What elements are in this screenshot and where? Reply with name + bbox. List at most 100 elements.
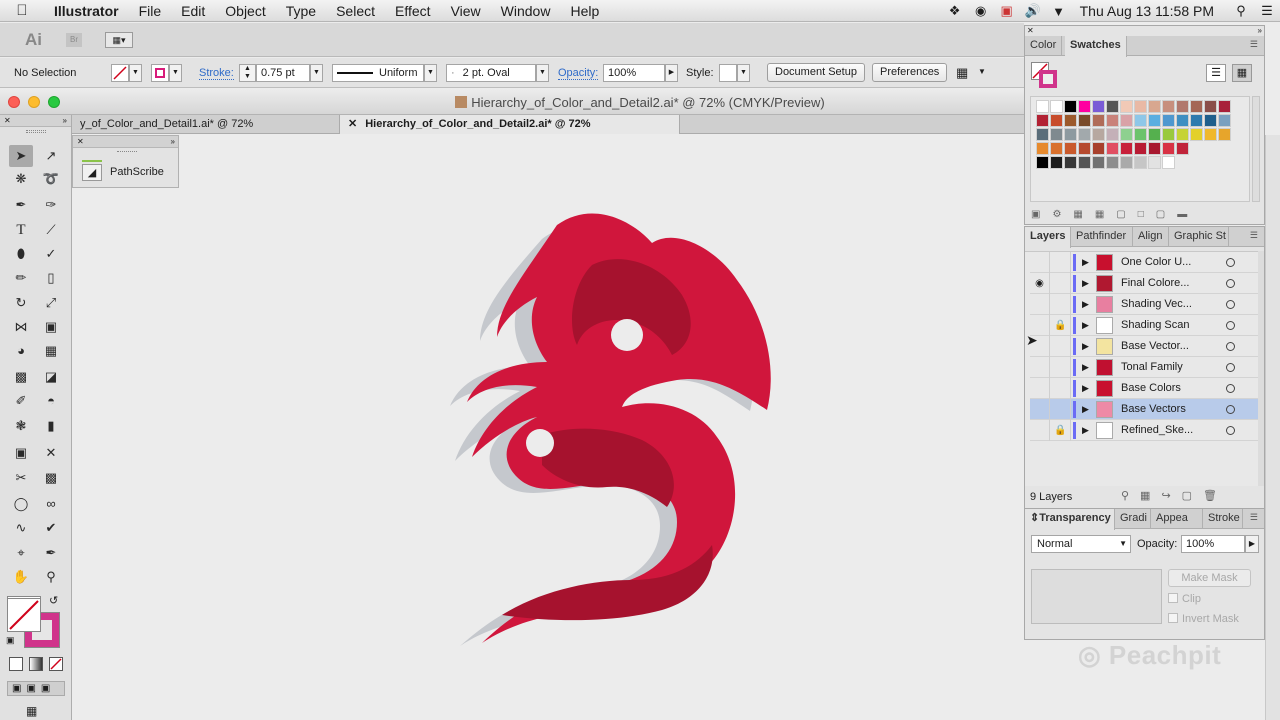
screen-mode-icon[interactable]: ▦ [26, 704, 37, 718]
paintbrush-tool-icon[interactable]: ✓ [39, 243, 63, 265]
swatch-chip[interactable] [1134, 114, 1147, 127]
fill-swatch[interactable] [111, 64, 129, 82]
variable-width-profile[interactable]: Uniform [332, 64, 424, 82]
panel-menu-icon[interactable]: ☰ [1250, 39, 1258, 50]
lock-toggle[interactable] [1051, 336, 1071, 357]
menu-window[interactable]: Window [491, 3, 561, 19]
swatch-chip[interactable] [1078, 156, 1091, 169]
layer-row[interactable]: ▶ One Color U... [1030, 252, 1258, 273]
tab-graphic-styles[interactable]: Graphic St [1169, 227, 1229, 247]
menu-view[interactable]: View [441, 3, 491, 19]
path-eraser-tool-icon[interactable]: ✔ [39, 517, 63, 539]
opacity-arrow[interactable]: ▶ [665, 64, 678, 82]
gradient-tool-icon[interactable]: ◪ [39, 366, 63, 388]
swatch-chip[interactable] [1120, 114, 1133, 127]
thumbnail-view-icon[interactable]: ▦ [1232, 64, 1252, 82]
layer-name[interactable]: Base Vector... [1121, 336, 1221, 357]
pen-tool-icon[interactable]: ✒ [9, 194, 33, 216]
list-icon[interactable]: ☰ [1254, 3, 1280, 19]
expand-triangle-icon[interactable]: ▶ [1082, 252, 1089, 273]
menu-type[interactable]: Type [276, 3, 326, 19]
layer-row[interactable]: 🔒 ▶ Shading Scan [1030, 315, 1258, 336]
swatch-chip[interactable] [1176, 142, 1189, 155]
pencil-tool-icon[interactable]: ✏ [9, 267, 33, 289]
lock-icon[interactable]: 🔒 [1051, 420, 1071, 441]
menu-clock[interactable]: Thu Aug 13 11:58 PM [1072, 3, 1228, 19]
swatch-chip[interactable] [1176, 128, 1189, 141]
expand-triangle-icon[interactable]: ▶ [1082, 420, 1089, 441]
layers-scrollbar[interactable] [1258, 251, 1264, 486]
visibility-toggle[interactable] [1030, 357, 1050, 378]
swatch-grid[interactable] [1030, 96, 1250, 202]
swatch-chip[interactable] [1162, 156, 1175, 169]
arrange-icon[interactable]: ▦ [956, 65, 968, 81]
color-mode-button[interactable] [9, 657, 23, 671]
layer-row[interactable]: ▶ Base Vectors [1030, 399, 1258, 420]
expand-triangle-icon[interactable]: ▶ [1082, 399, 1089, 420]
swatch-chip[interactable] [1092, 156, 1105, 169]
swatch-chip[interactable] [1176, 100, 1189, 113]
scale-tool-icon[interactable]: ⤢ [39, 292, 63, 314]
expand-triangle-icon[interactable]: ▶ [1082, 294, 1089, 315]
free-transform-tool-icon[interactable]: ▣ [39, 316, 63, 338]
canvas-vertical-scrollbar[interactable] [1265, 135, 1280, 720]
layer-row[interactable]: ▶ Base Vector... [1030, 336, 1258, 357]
hand-tool-icon[interactable]: ✋ [9, 566, 33, 588]
tools-grip[interactable] [26, 130, 46, 133]
swatch-chip[interactable] [1064, 156, 1077, 169]
pathscribe-panel-header[interactable]: ✕» [73, 136, 178, 148]
gradient-mode-button[interactable] [29, 657, 43, 671]
target-circle-icon[interactable] [1226, 384, 1235, 393]
shape-builder-tool-icon[interactable]: ◕ [9, 340, 33, 362]
artboard-canvas[interactable] [72, 135, 1024, 720]
invert-mask-checkbox[interactable]: Invert Mask [1168, 613, 1239, 625]
swatch-chip[interactable] [1036, 114, 1049, 127]
blend-mode-select[interactable]: Normal ▼ [1031, 535, 1131, 553]
swatch-chip[interactable] [1064, 128, 1077, 141]
visibility-toggle[interactable] [1030, 294, 1050, 315]
width-tool-icon[interactable]: ⋈ [9, 316, 33, 338]
lasso-tool-icon[interactable]: ➰ [39, 168, 63, 190]
target-circle-icon[interactable] [1226, 363, 1235, 372]
stroke-weight-field[interactable]: 0.75 pt [256, 64, 310, 82]
swatch-chip[interactable] [1092, 100, 1105, 113]
stroke-dropdown[interactable]: ▼ [169, 64, 182, 82]
swatch-chip[interactable] [1064, 142, 1077, 155]
tab-align[interactable]: Align [1133, 227, 1169, 247]
expand-triangle-icon[interactable]: ▶ [1082, 336, 1089, 357]
volume-icon[interactable]: 🔊 [1020, 3, 1046, 19]
list-view-icon[interactable]: ☰ [1206, 64, 1226, 82]
ellipse-tool-icon[interactable]: ⬮ [9, 243, 33, 265]
swatch-chip[interactable] [1134, 142, 1147, 155]
slice-tool-icon[interactable]: ✕ [39, 442, 63, 464]
swatch-chip[interactable] [1148, 128, 1161, 141]
swatch-fill-stroke-indicator[interactable] [1031, 62, 1057, 88]
pathscribe-grip[interactable] [117, 151, 137, 154]
none-mode-button[interactable] [49, 657, 63, 671]
graphic-style-dropdown[interactable]: ▼ [737, 64, 750, 82]
smooth-tool-icon[interactable]: ∿ [9, 517, 33, 539]
symbol-sprayer-tool-icon[interactable]: ❃ [9, 415, 33, 437]
swatch-chip[interactable] [1134, 128, 1147, 141]
stroke-weight-dropdown[interactable]: ▼ [310, 64, 323, 82]
swatch-chip[interactable] [1106, 114, 1119, 127]
apple-icon[interactable]:  [0, 2, 44, 19]
tab-document-2[interactable]: ✕ Hierarchy_of_Color_and_Detail2.ai* @ 72… [340, 115, 680, 148]
perspective-grid-tool-icon[interactable]: ▦ [39, 340, 63, 362]
swatch-chip[interactable] [1036, 100, 1049, 113]
swatch-chip[interactable] [1190, 128, 1203, 141]
search-icon[interactable]: ⚲ [1228, 3, 1254, 19]
lock-toggle[interactable] [1051, 273, 1071, 294]
swatch-chip[interactable] [1050, 156, 1063, 169]
document-setup-button[interactable]: Document Setup [767, 63, 865, 82]
pathscribe-icon[interactable]: ◢ [82, 164, 102, 181]
brush-definition[interactable]: · 2 pt. Oval [446, 64, 536, 82]
swatch-chip[interactable] [1050, 128, 1063, 141]
stroke-swatch[interactable] [151, 64, 169, 82]
mesh-tool-icon[interactable]: ▩ [9, 366, 33, 388]
column-graph-tool-icon[interactable]: ▮ [39, 415, 63, 437]
expand-triangle-icon[interactable]: ▶ [1082, 315, 1089, 336]
target-circle-icon[interactable] [1226, 300, 1235, 309]
swatch-chip[interactable] [1064, 114, 1077, 127]
swatch-chip[interactable] [1120, 142, 1133, 155]
